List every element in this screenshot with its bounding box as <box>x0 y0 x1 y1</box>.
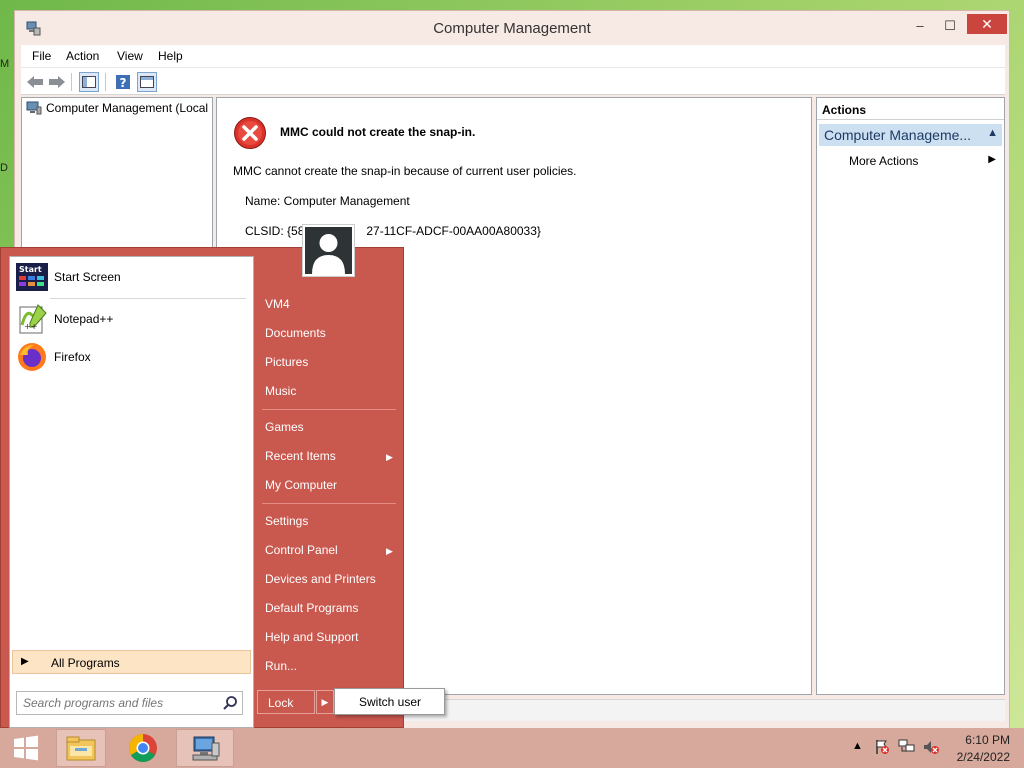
file-explorer-icon <box>66 736 96 761</box>
taskbar-chrome[interactable] <box>118 729 168 767</box>
start-link-recent-items[interactable]: Recent Items <box>265 449 336 463</box>
windows-logo-icon <box>14 735 38 761</box>
taskbar-file-explorer[interactable] <box>56 729 106 767</box>
clock-date[interactable]: 2/24/2022 <box>940 750 1010 764</box>
menu-bar: File Action View Help <box>21 45 1005 67</box>
show-hide-action-pane-button[interactable] <box>137 72 157 92</box>
error-icon <box>234 117 266 149</box>
error-clsid: CLSID: {58 27-11CF-ADCF-00AA00A80033} <box>245 224 541 238</box>
action-pane-icon <box>140 76 154 88</box>
maximize-button[interactable]: ☐ <box>935 16 965 36</box>
start-link-default-programs[interactable]: Default Programs <box>265 601 358 615</box>
user-avatar-icon <box>312 234 345 274</box>
forward-arrow-icon <box>49 76 65 88</box>
pinned-divider <box>50 298 246 299</box>
back-button[interactable] <box>25 72 45 92</box>
all-programs-button[interactable]: ▶ All Programs <box>12 650 251 674</box>
start-link-user[interactable]: VM4 <box>265 297 290 311</box>
lock-button[interactable]: Lock <box>257 690 315 714</box>
forward-button[interactable] <box>47 72 67 92</box>
all-programs-label: All Programs <box>51 656 120 670</box>
window-title: Computer Management <box>433 20 591 37</box>
expand-right-icon: ▶ <box>21 656 29 667</box>
console-tree-icon <box>82 76 96 88</box>
submenu-arrow-icon: ▶ <box>386 546 393 556</box>
start-screen-icon-text: Start <box>19 265 42 274</box>
start-menu-programs-pane: Start Start Screen ++ Notepad++ Firefox <box>9 256 254 728</box>
start-link-run[interactable]: Run... <box>265 659 297 673</box>
network-icon[interactable] <box>898 739 916 755</box>
start-link-devices-printers[interactable]: Devices and Printers <box>265 572 376 586</box>
more-actions-link[interactable]: More Actions <box>849 154 918 168</box>
start-link-pictures[interactable]: Pictures <box>265 355 308 369</box>
user-account-picture[interactable] <box>302 224 355 277</box>
computer-management-icon <box>192 736 220 761</box>
clsid-start: CLSID: {58 <box>245 224 305 238</box>
start-link-settings[interactable]: Settings <box>265 514 308 528</box>
start-button[interactable] <box>4 729 48 767</box>
error-title: MMC could not create the snap-in. <box>280 125 476 139</box>
actions-group-computer-management[interactable]: Computer Manageme... ▲ <box>819 124 1002 146</box>
volume-muted-icon[interactable] <box>922 739 940 755</box>
show-hide-console-tree-button[interactable] <box>79 72 99 92</box>
pinned-label: Notepad++ <box>54 312 114 326</box>
switch-user-menu-item[interactable]: Switch user <box>334 688 445 715</box>
pinned-firefox[interactable]: Firefox <box>16 341 91 373</box>
computer-icon <box>26 101 42 115</box>
minimize-button[interactable]: – <box>905 16 935 36</box>
title-bar[interactable]: Computer Management – ☐ ✕ <box>15 11 1009 45</box>
start-link-music[interactable]: Music <box>265 384 296 398</box>
error-message: MMC cannot create the snap-in because of… <box>233 164 577 178</box>
menu-view[interactable]: View <box>117 49 143 63</box>
start-link-control-panel[interactable]: Control Panel <box>265 543 338 557</box>
pinned-notepad-plus-plus[interactable]: ++ Notepad++ <box>16 303 113 335</box>
action-center-flag-icon[interactable] <box>874 739 890 755</box>
search-icon[interactable] <box>222 695 238 711</box>
menu-help[interactable]: Help <box>158 49 183 63</box>
menu-file[interactable]: File <box>32 49 51 63</box>
start-link-games[interactable]: Games <box>265 420 304 434</box>
tree-item-label: Computer Management (Local <box>46 101 209 115</box>
pinned-start-screen[interactable]: Start Start Screen <box>16 263 121 291</box>
start-link-help-support[interactable]: Help and Support <box>265 630 358 644</box>
desktop-icon-label-fragment: D <box>0 162 8 174</box>
back-arrow-icon <box>27 76 43 88</box>
help-button[interactable]: ? <box>113 72 133 92</box>
pinned-label: Start Screen <box>54 270 121 284</box>
start-right-divider <box>262 503 396 504</box>
firefox-icon <box>18 343 46 371</box>
error-snapin-name: Name: Computer Management <box>245 194 410 208</box>
start-menu: Start Start Screen ++ Notepad++ Firefox <box>0 247 404 728</box>
clsid-end: 27-11CF-ADCF-00AA00A80033} <box>366 224 541 238</box>
submenu-arrow-icon: ▶ <box>988 154 996 165</box>
pinned-label: Firefox <box>54 350 91 364</box>
start-right-divider <box>262 409 396 410</box>
actions-group-label: Computer Manageme... <box>824 127 972 143</box>
svg-text:?: ? <box>120 76 127 90</box>
tree-item-computer-management[interactable]: Computer Management (Local <box>26 101 210 115</box>
search-input[interactable] <box>21 693 211 713</box>
toolbar: ? <box>21 67 1005 95</box>
start-screen-icon: Start <box>16 263 48 291</box>
svg-text:++: ++ <box>24 322 37 331</box>
start-link-documents[interactable]: Documents <box>265 326 326 340</box>
taskbar-computer-management[interactable] <box>176 729 234 767</box>
clock-time[interactable]: 6:10 PM <box>940 733 1010 747</box>
actions-pane: Actions Computer Manageme... ▲ More Acti… <box>816 97 1005 695</box>
power-options-arrow-button[interactable]: ▶ <box>316 690 334 714</box>
submenu-arrow-icon: ▶ <box>386 452 393 462</box>
taskbar: ▲ 6:10 PM 2/24/2022 <box>0 728 1024 768</box>
menu-action[interactable]: Action <box>66 49 99 63</box>
start-link-my-computer[interactable]: My Computer <box>265 478 337 492</box>
actions-header: Actions <box>817 98 1004 120</box>
start-search-box[interactable] <box>16 691 243 715</box>
desktop-icon-label-fragment: M <box>0 58 10 70</box>
collapse-up-icon: ▲ <box>987 127 998 139</box>
show-hidden-icons-button[interactable]: ▲ <box>852 740 863 752</box>
notepad-plus-plus-icon: ++ <box>19 304 47 334</box>
chrome-icon <box>129 734 157 762</box>
help-icon: ? <box>116 75 130 90</box>
close-button[interactable]: ✕ <box>967 14 1007 34</box>
